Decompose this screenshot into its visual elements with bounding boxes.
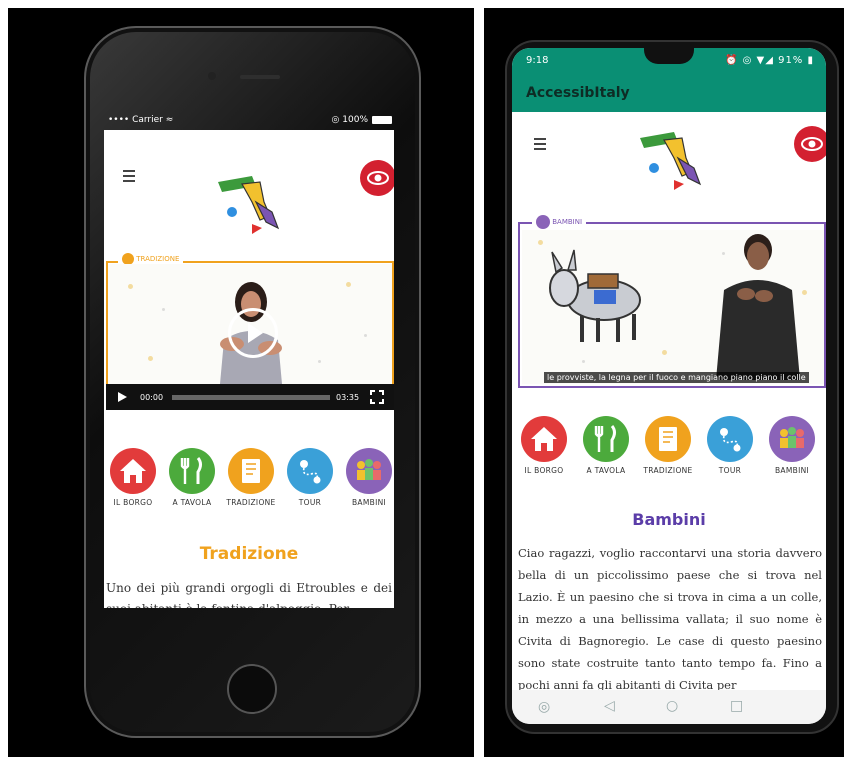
recents-icon[interactable]: □ — [730, 698, 743, 714]
category-label: TOUR — [298, 498, 322, 507]
category-tradizione-button[interactable]: TRADIZIONE — [223, 448, 279, 507]
section-body-text: Ciao ragazzi, voglio raccontarvi una sto… — [518, 546, 822, 692]
video-subtitle: le provviste, la legna per il fuoco e ma… — [544, 372, 809, 383]
section-title: Tradizione — [199, 544, 299, 564]
category-label: TRADIZIONE — [643, 466, 693, 475]
category-bambini-button[interactable]: BAMBINI — [764, 416, 820, 475]
battery-icon — [372, 116, 392, 124]
category-tour-button[interactable]: TOUR — [702, 416, 758, 475]
accessibility-eye-button[interactable] — [794, 126, 826, 162]
category-tour-button[interactable]: TOUR — [282, 448, 338, 507]
children-icon — [769, 416, 815, 462]
category-il-borgo-button[interactable]: IL BORGO — [105, 448, 161, 507]
duration-time: 03:35 — [336, 393, 360, 402]
video-category-label: BAMBINI — [552, 218, 583, 226]
earpiece-speaker — [240, 75, 280, 79]
video-category-tag: BAMBINI — [532, 215, 587, 229]
fork-knife-icon — [169, 448, 215, 494]
app-title: AccessibItaly — [526, 85, 630, 101]
play-overlay-button[interactable] — [228, 308, 278, 358]
book-icon — [645, 416, 691, 462]
accessibility-eye-button[interactable] — [360, 160, 394, 196]
category-label: A TAVOLA — [172, 498, 212, 507]
category-label: TOUR — [718, 466, 742, 475]
home-icon[interactable]: ○ — [666, 698, 678, 714]
map-route-icon — [707, 416, 753, 462]
category-label: BAMBINI — [774, 466, 810, 475]
carrier-text: •••• Carrier ≈ — [108, 115, 174, 125]
sign-language-video[interactable]: le provviste, la legna per il fuoco e ma… — [522, 230, 824, 384]
category-label: TRADIZIONE — [226, 498, 276, 507]
play-icon — [248, 323, 263, 343]
app-logo — [640, 132, 702, 190]
fork-knife-icon — [583, 416, 629, 462]
home-button[interactable] — [227, 664, 277, 714]
category-label: IL BORGO — [524, 466, 564, 475]
house-icon — [110, 448, 156, 494]
category-label: A TAVOLA — [586, 466, 626, 475]
camera-notch — [644, 48, 694, 64]
ios-status-bar: •••• Carrier ≈ ◎ 100% — [104, 112, 394, 130]
status-time: 9:18 — [526, 55, 549, 66]
current-time: 00:00 — [140, 393, 164, 402]
hamburger-menu-icon[interactable] — [123, 170, 135, 182]
android-navigation-bar: ◎ ◁ ○ □ — [512, 690, 826, 724]
keyboard-icon[interactable]: ◎ — [538, 699, 550, 715]
bambini-small-icon — [536, 215, 550, 229]
category-label: BAMBINI — [351, 498, 387, 507]
book-icon — [228, 448, 274, 494]
signer-figure — [716, 234, 800, 380]
video-category-label: TRADIZIONE — [136, 255, 180, 263]
category-label: IL BORGO — [113, 498, 153, 507]
category-tradizione-button[interactable]: TRADIZIONE — [640, 416, 696, 475]
battery-percent: ◎ 100% — [331, 115, 368, 125]
donkey-illustration — [549, 249, 641, 342]
house-icon — [521, 416, 567, 462]
left-app-screen: TRADIZIONE 00:00 03:35 IL BORGO A TAVOLA… — [104, 130, 394, 608]
map-route-icon — [287, 448, 333, 494]
back-icon[interactable]: ◁ — [604, 698, 615, 714]
right-app-screen: 9:18 ⏰ ◎ ▼◢ 91% ▮ AccessibItaly BAMBINI — [512, 48, 826, 724]
video-controls-bar: 00:00 03:35 — [106, 384, 394, 410]
hamburger-menu-icon[interactable] — [534, 138, 546, 150]
category-bambini-button[interactable]: BAMBINI — [341, 448, 394, 507]
status-icons: ⏰ ◎ ▼◢ 91% ▮ — [724, 55, 814, 66]
category-a-tavola-button[interactable]: A TAVOLA — [578, 416, 634, 475]
eye-icon — [367, 171, 389, 185]
front-camera — [208, 72, 216, 80]
eye-icon — [801, 137, 823, 151]
sign-language-video[interactable] — [108, 264, 392, 384]
app-bar: AccessibItaly — [512, 76, 826, 112]
category-a-tavola-button[interactable]: A TAVOLA — [164, 448, 220, 507]
children-icon — [346, 448, 392, 494]
section-body-text: Uno dei più grandi orgogli di Etroubles … — [106, 581, 392, 608]
section-title: Bambini — [632, 510, 706, 529]
video-progress-track[interactable] — [172, 395, 330, 400]
fullscreen-icon[interactable] — [370, 390, 384, 404]
category-il-borgo-button[interactable]: IL BORGO — [516, 416, 572, 475]
app-logo — [218, 176, 280, 234]
play-icon[interactable] — [116, 391, 128, 403]
